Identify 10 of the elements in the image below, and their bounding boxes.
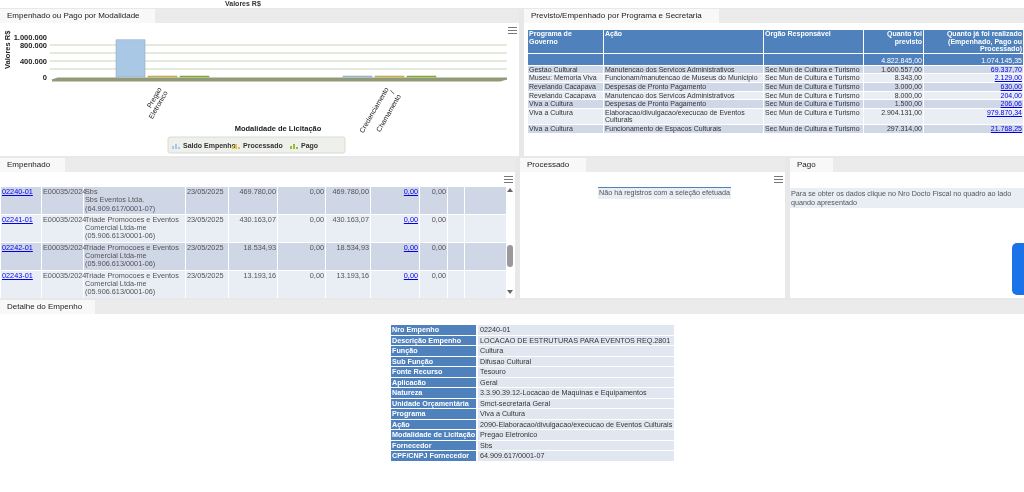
scrollbar[interactable]: [505, 186, 515, 296]
menu-icon[interactable]: [508, 27, 517, 34]
panel-tab[interactable]: Previsto/Empenhado por Programa e Secretaria: [524, 9, 719, 23]
panel-tab[interactable]: Empenhado ou Pago por Modalidade: [0, 9, 155, 23]
panel-tab[interactable]: Pago: [790, 158, 833, 172]
panel-tab[interactable]: Empenhado: [0, 158, 65, 172]
menu-icon[interactable]: [774, 176, 783, 183]
panel-tab[interactable]: Processado: [520, 158, 586, 172]
panel-tab[interactable]: Detalhe do Empenho: [0, 300, 95, 314]
menu-icon[interactable]: [504, 176, 513, 183]
